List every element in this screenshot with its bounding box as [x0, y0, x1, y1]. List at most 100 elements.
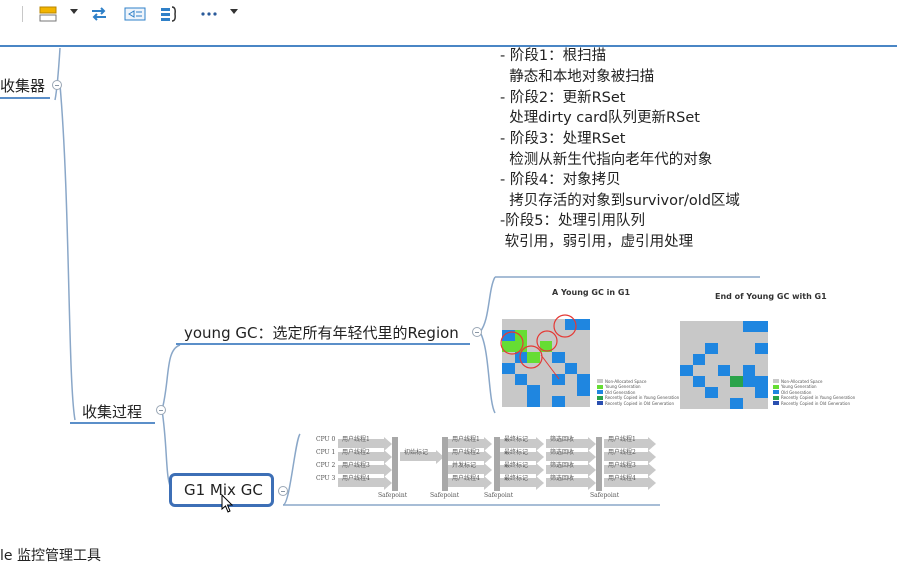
root-node-underline [0, 97, 50, 99]
heap-region-cell [680, 343, 693, 354]
cleanup-label: 筛选回收 [550, 436, 575, 443]
phase-two-arrowhead [484, 449, 492, 464]
heap-region-cell [705, 343, 718, 354]
heap-region-cell [755, 365, 768, 376]
heap-region-cell [717, 387, 730, 398]
mouse-cursor-icon [221, 494, 234, 513]
root-collapse-toggle[interactable] [52, 80, 62, 90]
legend-swatch [773, 384, 779, 389]
legend-label: Recently Copied in Young Generation [605, 395, 680, 400]
note-line-7: - 阶段4：对象拷贝 [500, 172, 621, 188]
cleanup-arrowhead [588, 475, 596, 490]
user-thread-after-arrowhead [648, 436, 656, 451]
cleanup-label: 筛选回收 [550, 462, 575, 469]
user-thread-after-label: 用户线程4 [608, 475, 636, 482]
heap-region-cell [742, 332, 755, 343]
note-line-4: 处理dirty card队列更新RSet [500, 110, 700, 126]
heap-region-cell [742, 321, 755, 332]
safepoint-label-3: Safepoint [484, 492, 514, 499]
safepoint-label-1: Safepoint [378, 492, 408, 499]
phase-two-arrowhead [484, 475, 492, 490]
phase-two-arrowhead [484, 462, 492, 477]
user-thread-arrowhead [384, 449, 392, 464]
user-thread-label: 用户线程4 [342, 475, 370, 482]
heap-region-cell [755, 398, 768, 409]
legend-swatch [597, 390, 603, 394]
legend-label: Young Generation [781, 384, 817, 389]
heap-region-cell [717, 354, 730, 365]
legend-label: Recently Copied in Young Generation [781, 395, 856, 400]
heap-region-cell [552, 385, 565, 396]
final-mark-label: 最终标记 [504, 462, 529, 469]
heap-region-cell [730, 387, 743, 398]
legend-label: Non-Allocated Space [605, 378, 647, 384]
heap-region-cell [692, 332, 705, 343]
heap-region-cell [564, 385, 577, 396]
heap-region-cell [539, 396, 552, 407]
legend-swatch [773, 395, 779, 400]
legend-swatch [773, 401, 779, 405]
heap-region-cell [705, 387, 718, 398]
cpu-label: CPU 3 [316, 475, 336, 482]
heap-region-cell [680, 387, 693, 398]
heap-region-cell [717, 343, 730, 354]
heap-region-cell [552, 396, 565, 407]
heap-region-cell [742, 387, 755, 398]
heap-region-cell [680, 321, 693, 332]
cleanup-label: 筛选回收 [550, 449, 575, 456]
heap-region-cell [705, 321, 718, 332]
heap-region-cell [755, 376, 768, 387]
heap-region-cell [514, 396, 527, 407]
young-gc-right-grid [680, 321, 768, 409]
legend-swatch [773, 379, 779, 383]
bottom-node-label[interactable]: le 监控管理工具 [0, 545, 101, 565]
heap-region-cell [730, 332, 743, 343]
cleanup-arrowhead [588, 462, 596, 477]
phase-two-label: 用户线程1 [452, 436, 480, 443]
g1-mix-collapse-toggle[interactable] [278, 486, 288, 496]
heap-region-cell [717, 398, 730, 409]
note-line-6: 检测从新生代指向老年代的对象 [500, 152, 713, 168]
heap-region-cell [742, 398, 755, 409]
process-node-label[interactable]: 收集过程 [82, 401, 142, 422]
note-line-9: -阶段5：处理引用队列 [500, 213, 645, 229]
legend-swatch [597, 379, 603, 383]
young-gc-node-label[interactable]: young GC：选定所有年轻代里的Region [184, 322, 459, 343]
heap-region-cell [742, 354, 755, 365]
cleanup-arrowhead [588, 436, 596, 451]
heap-region-cell [692, 321, 705, 332]
process-collapse-toggle[interactable] [156, 405, 166, 415]
heap-region-cell [755, 332, 768, 343]
heap-region-cell [577, 396, 590, 407]
initial-mark-label: 初始标记 [404, 449, 429, 456]
legend-label: Recently Copied in Old Generation [605, 400, 675, 406]
heap-region-cell [730, 376, 743, 387]
note-line-10: 软引用，弱引用，虚引用处理 [500, 234, 694, 250]
final-mark-arrowhead [536, 475, 544, 490]
heap-region-cell [539, 385, 552, 396]
heap-region-cell [577, 385, 590, 396]
young-gc-collapse-toggle[interactable] [472, 327, 482, 337]
heap-region-cell [730, 354, 743, 365]
process-node-underline [70, 422, 155, 424]
heap-region-cell [717, 321, 730, 332]
user-thread-after-label: 用户线程3 [608, 462, 636, 469]
user-thread-arrowhead [384, 436, 392, 451]
safepoint-bar-2 [442, 437, 448, 491]
mixed-gc-figure: CPU 0 CPU 1 CPU 2 CPU 3 用户线程1 用户线程1 最终标记 筛选回收用… [300, 428, 662, 504]
heap-region-cell [527, 385, 540, 396]
heap-region-cell [692, 343, 705, 354]
heap-region-cell [730, 398, 743, 409]
root-node-label[interactable]: 收集器 [0, 75, 45, 96]
heap-region-cell [755, 387, 768, 398]
legend-swatch [597, 384, 603, 389]
young-gc-highlight-circles [500, 314, 577, 380]
final-mark-label: 最终标记 [504, 449, 529, 456]
legend-label: Old Generation [781, 389, 812, 395]
legend-label: Non-Allocated Space [781, 378, 823, 384]
heap-region-cell [717, 332, 730, 343]
heap-region-cell [705, 354, 718, 365]
heap-region-cell [705, 376, 718, 387]
heap-region-cell [742, 376, 755, 387]
young-gc-node-underline [176, 343, 470, 345]
